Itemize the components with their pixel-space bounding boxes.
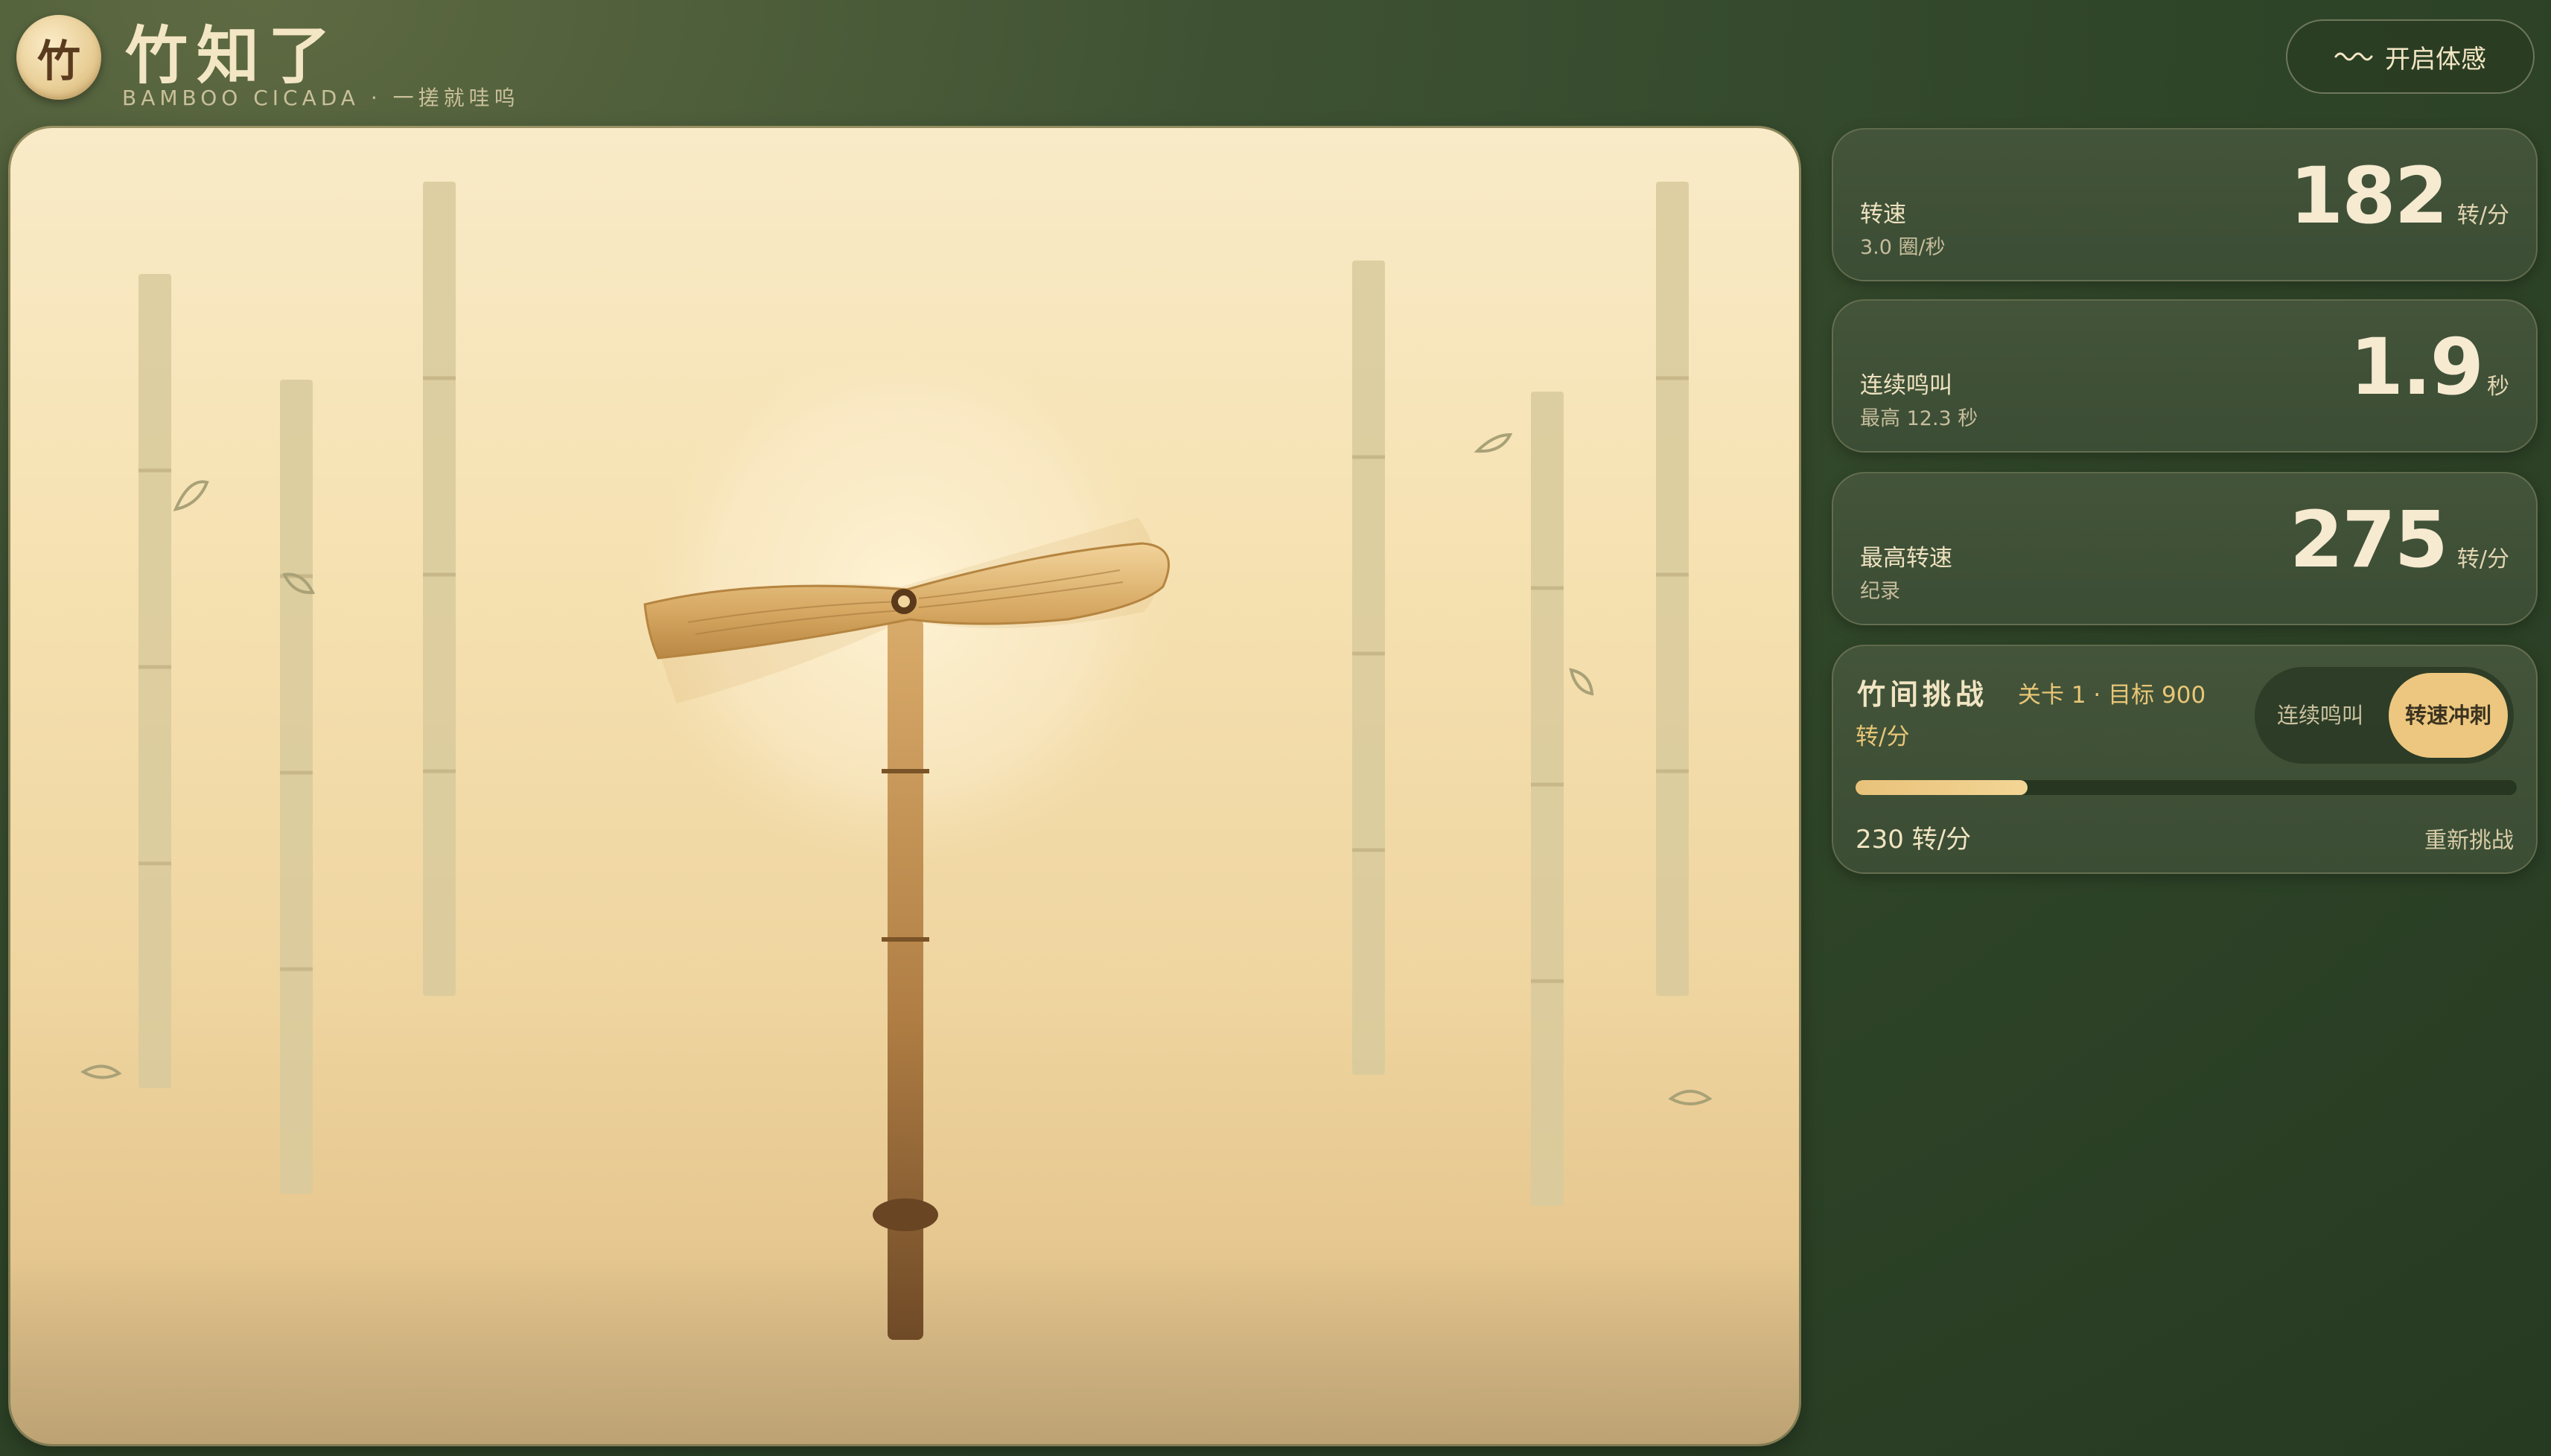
speed-card: 转速 3.0 圈/秒 182 转/分 <box>1832 128 2538 281</box>
max-speed-label: 最高转速 <box>1860 545 1952 572</box>
chirp-value: 1.9 <box>2349 322 2484 412</box>
bamboo-scene <box>10 182 1799 1444</box>
challenge-title: 竹间挑战 <box>1857 677 1989 711</box>
chirp-label: 连续鸣叫 <box>1860 372 1952 399</box>
max-speed-value: 275 <box>2289 494 2448 585</box>
challenge-card: 竹间挑战 关卡 1 · 目标 900 转/分 连续鸣叫 转速冲刺 230 转/分… <box>1832 645 2538 874</box>
retry-button[interactable]: 重新挑战 <box>2424 822 2514 855</box>
enable-motion-label: 开启体感 <box>2385 44 2486 74</box>
bamboo-stalk <box>280 380 313 1194</box>
challenge-level-unit: 转/分 <box>1856 724 1910 750</box>
chirp-unit: 秒 <box>2487 374 2509 400</box>
logo-icon: 竹 <box>16 15 101 100</box>
bamboo-stalk <box>138 274 171 1088</box>
wave-icon <box>2334 52 2373 61</box>
stick-base <box>873 1198 938 1231</box>
challenge-progress-bar <box>1856 780 2517 795</box>
challenge-current-speed: 230 转/分 <box>1856 825 1972 855</box>
chirp-card: 连续鸣叫 最高 12.3 秒 1.9 秒 <box>1832 299 2538 453</box>
leaf <box>1668 1090 1713 1105</box>
speed-unit: 转/分 <box>2456 202 2509 229</box>
leaf <box>173 480 209 511</box>
app-header: 竹 竹知了 BAMBOO CICADA · 一搓就哇呜 开启体感 <box>0 0 2551 127</box>
bamboo-stalk <box>423 182 456 996</box>
max-speed-unit: 转/分 <box>2456 546 2509 572</box>
bamboo-stalk <box>1656 182 1689 996</box>
app-subtitle: BAMBOO CICADA · 一搓就哇呜 <box>122 86 520 110</box>
speed-label: 转速 <box>1860 201 1906 228</box>
challenge-level: 关卡 1 · 目标 900 <box>2018 682 2206 709</box>
play-stage[interactable] <box>10 128 1799 1444</box>
enable-motion-button[interactable]: 开启体感 <box>2286 19 2535 94</box>
mode-continuous-chirp[interactable]: 连续鸣叫 <box>2261 673 2380 758</box>
leaf <box>1474 432 1513 453</box>
leaf <box>1569 668 1594 696</box>
leaf <box>80 1064 122 1079</box>
max-speed-card: 最高转速 纪录 275 转/分 <box>1832 472 2538 625</box>
mode-toggle: 连续鸣叫 转速冲刺 <box>2255 667 2514 764</box>
max-speed-sub: 纪录 <box>1860 580 1900 603</box>
stick-handle <box>888 619 923 1340</box>
bamboo-stalk <box>1352 261 1385 1075</box>
chirp-sub: 最高 12.3 秒 <box>1860 407 1978 430</box>
mode-speed-sprint[interactable]: 转速冲刺 <box>2389 673 2508 758</box>
speed-value: 182 <box>2289 150 2448 241</box>
speed-sub: 3.0 圈/秒 <box>1860 236 1946 259</box>
bamboo-stalk <box>1531 392 1564 1206</box>
challenge-progress-fill <box>1856 780 2028 795</box>
